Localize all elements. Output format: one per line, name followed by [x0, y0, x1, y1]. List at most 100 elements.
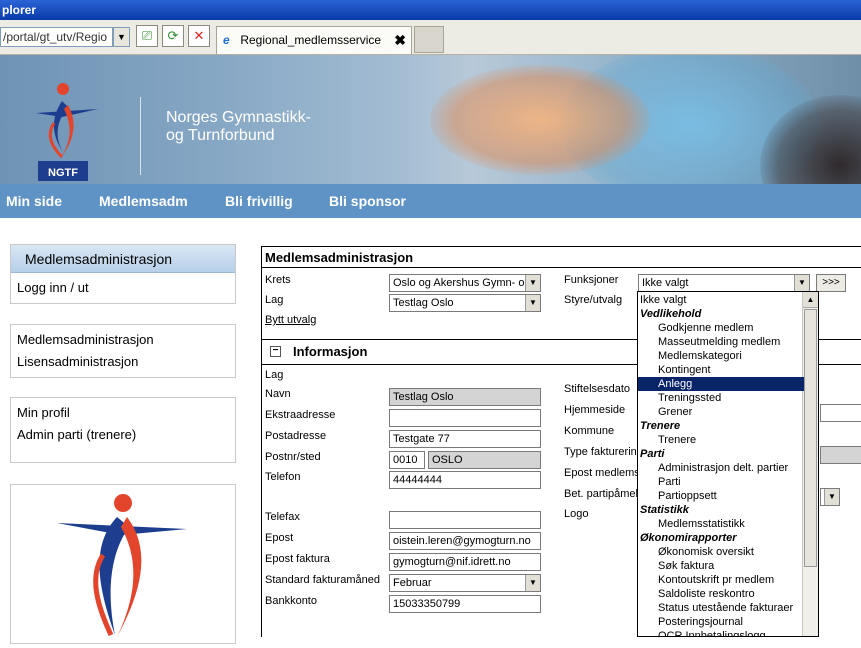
poststed-field: OSLO [428, 451, 541, 469]
ie-page-icon: e [223, 33, 230, 47]
krets-value: Oslo og Akershus Gymn- o [393, 277, 525, 289]
chevron-down-icon: ▼ [824, 489, 839, 505]
sidebar-item-logg-inn[interactable]: Logg inn / ut [11, 273, 235, 299]
sidebar-box-profile: Min profil Admin parti (trenere) [10, 397, 236, 463]
sidebar-item-lisensadministrasjon[interactable]: Lisensadministrasjon [11, 351, 235, 373]
hjemmeside-label: Hjemmeside [564, 404, 626, 416]
dropdown-option[interactable]: Status utestående fakturaer [638, 601, 804, 615]
ngtf-large-logo [57, 494, 187, 637]
stiftelsesdato-label: Stiftelsesdato [564, 383, 631, 395]
postnr-field[interactable]: 0010 [389, 451, 425, 469]
address-bar[interactable]: /portal/gt_utv/Regio [0, 27, 113, 47]
bankkonto-field[interactable]: 15033350799 [389, 595, 541, 613]
ekstraadresse-field[interactable] [389, 409, 541, 427]
ekstraadresse-label: Ekstraadresse [265, 409, 336, 421]
dropdown-option[interactable]: Anlegg [638, 377, 804, 391]
logo-text: NGTF [48, 167, 78, 179]
dropdown-option[interactable]: Trenere [638, 433, 804, 447]
dropdown-option[interactable]: Grener [638, 405, 804, 419]
epost-field[interactable]: oistein.leren@gymogturn.no [389, 532, 541, 550]
dropdown-option[interactable]: Økonomisk oversikt [638, 545, 804, 559]
dropdown-scrollbar[interactable]: ▲ [802, 292, 818, 636]
main-nav: Min side Medlemsadm Bli frivillig Bli sp… [0, 184, 861, 218]
scrollbar-thumb[interactable] [804, 309, 817, 567]
dropdown-option[interactable]: Treningssted [638, 391, 804, 405]
sidebar-heading: Medlemsadministrasjon [11, 245, 235, 273]
funksjoner-select[interactable]: Ikke valgt ▼ [638, 274, 810, 292]
browser-tab[interactable]: e Regional_medlemsservice ✖ [216, 26, 412, 54]
nav-bli-frivillig[interactable]: Bli frivillig [225, 184, 293, 218]
funksjoner-dropdown-list[interactable]: ▲ Ikke valgt Vedlikehold Godkjenne medlem M… [637, 291, 819, 637]
dropdown-option[interactable]: Medlemsstatistikk [638, 517, 804, 531]
nav-min-side[interactable]: Min side [6, 184, 62, 218]
org-name-line1: Norges Gymnastikk- [166, 109, 311, 126]
lag-value: Testlag Oslo [393, 297, 454, 309]
navn-field[interactable]: Testlag Oslo [389, 388, 541, 406]
bytt-utvalg-link[interactable]: Bytt utvalg [265, 314, 316, 326]
sidebar-item-admin-parti[interactable]: Admin parti (trenere) [11, 424, 235, 446]
chevron-down-icon: ▼ [525, 275, 540, 291]
nav-bli-sponsor[interactable]: Bli sponsor [329, 184, 406, 218]
refresh-icon[interactable]: ⟳ [162, 25, 184, 47]
sidebar-box-admin: Medlemsadministrasjon Lisensadministrasj… [10, 324, 236, 378]
browser-toolbar: /portal/gt_utv/Regio ▼ ⎚ ⟳ ✕ e Regional_… [0, 20, 861, 55]
dropdown-group-header: Økonomirapporter [640, 532, 737, 544]
epost-faktura-field[interactable]: gymogturn@nif.idrett.no [389, 553, 541, 571]
telefax-field[interactable] [389, 511, 541, 529]
navn-label: Navn [265, 388, 291, 400]
sidebar-item-min-profil[interactable]: Min profil [11, 402, 235, 424]
stop-icon[interactable]: ✕ [188, 25, 210, 47]
bet-partipamelding-select[interactable]: ▼ [820, 488, 840, 506]
go-button[interactable]: >>> [816, 274, 846, 292]
fakturamaned-select[interactable]: Februar ▼ [389, 574, 541, 592]
hjemmeside-field[interactable] [820, 404, 861, 422]
epost-label: Epost [265, 532, 294, 544]
chevron-down-icon: ▼ [794, 275, 809, 291]
kommune-label: Kommune [564, 425, 615, 437]
dropdown-option[interactable]: Søk faktura [638, 559, 804, 573]
postadresse-label: Postadresse [265, 430, 327, 442]
dropdown-option[interactable]: Ikke valgt [638, 293, 804, 307]
logo-label: Logo [564, 508, 589, 520]
dropdown-option[interactable]: Administrasjon delt. partier [638, 461, 804, 475]
dropdown-option[interactable]: Godkjenne medlem [638, 321, 804, 335]
dropdown-option[interactable]: Masseutmelding medlem [638, 335, 804, 349]
krets-select[interactable]: Oslo og Akershus Gymn- o ▼ [389, 274, 541, 292]
dropdown-option[interactable]: Posteringsjournal [638, 615, 804, 629]
chevron-down-icon: ▼ [525, 295, 540, 311]
dropdown-option[interactable]: Kontingent [638, 363, 804, 377]
chevron-down-icon: ▼ [525, 575, 540, 591]
compatibility-view-icon[interactable]: ⎚ [136, 25, 158, 47]
address-dropdown-button[interactable]: ▼ [113, 27, 130, 47]
banner-photo-skin [430, 65, 650, 175]
dropdown-option[interactable]: Saldoliste reskontro [638, 587, 804, 601]
informasjon-title: Informasjon [293, 344, 368, 359]
epost-faktura-label: Epost faktura [265, 553, 330, 565]
telefax-label: Telefax [265, 511, 300, 523]
telefon-field[interactable]: 44444444 [389, 471, 541, 489]
scroll-up-icon[interactable]: ▲ [803, 292, 818, 308]
dropdown-option[interactable]: Partioppsett [638, 489, 804, 503]
sidebar-box-login: Medlemsadministrasjon Logg inn / ut [10, 244, 236, 304]
dropdown-option[interactable]: Medlemskategori [638, 349, 804, 363]
tab-close-icon[interactable]: ✖ [394, 27, 406, 53]
postadresse-field[interactable]: Testgate 77 [389, 430, 541, 448]
fakturamaned-label: Standard fakturamåned [265, 574, 380, 586]
sidebar-logo-box [10, 484, 236, 644]
new-tab-button[interactable] [414, 26, 444, 53]
org-name-line2: og Turnforbund [166, 127, 275, 144]
window-title-bar: plorer [0, 0, 861, 20]
lag-select[interactable]: Testlag Oslo ▼ [389, 294, 541, 312]
dropdown-option[interactable]: Kontoutskrift pr medlem [638, 573, 804, 587]
telefon-label: Telefon [265, 471, 301, 483]
krets-label: Krets [265, 274, 291, 286]
sidebar-item-medlemsadministrasjon[interactable]: Medlemsadministrasjon [11, 329, 235, 351]
dropdown-option[interactable]: Parti [638, 475, 804, 489]
type-fakturering-field [820, 446, 861, 464]
collapse-icon[interactable]: − [270, 346, 281, 357]
dropdown-group-header: Parti [640, 448, 665, 460]
nav-medlemsadm[interactable]: Medlemsadm [99, 184, 188, 218]
postnr-label: Postnr/sted [265, 451, 321, 463]
dropdown-option[interactable]: OCR Innbetalingslogg [638, 629, 804, 636]
banner-divider [140, 97, 141, 175]
